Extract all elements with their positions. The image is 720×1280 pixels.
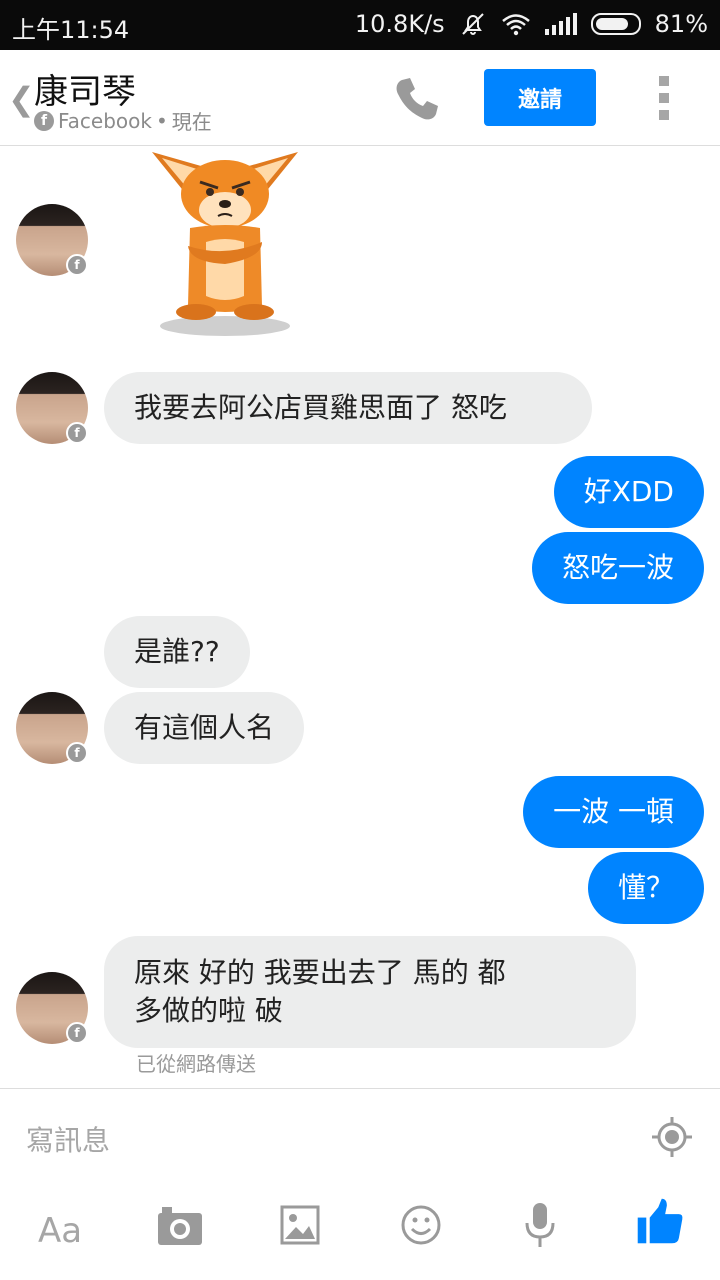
mute-bell-icon [461, 13, 484, 35]
contact-subtitle: f Facebook • 現在 [34, 106, 212, 135]
battery-icon [590, 13, 641, 35]
status-bar: 上午11:54 10.8K/s 81% [0, 0, 720, 50]
fox-sticker[interactable] [150, 146, 300, 338]
facebook-badge-icon: f [66, 1022, 88, 1044]
facebook-icon: f [34, 110, 54, 131]
wifi-icon [501, 14, 530, 36]
signal-icon [544, 13, 577, 35]
incoming-message-bubble[interactable]: 有這個人名 [104, 692, 305, 764]
text-format-icon[interactable]: Aa [38, 1211, 82, 1259]
status-time: 上午11:54 [12, 16, 130, 44]
facebook-badge-icon: f [66, 742, 88, 764]
like-icon[interactable] [632, 1197, 688, 1245]
facebook-badge-icon: f [66, 422, 88, 444]
delivery-status: 已從網路傳送 [136, 1052, 256, 1076]
outgoing-message-bubble[interactable]: 好XDD [553, 456, 704, 528]
more-options-icon[interactable] [656, 76, 672, 120]
incoming-message-bubble[interactable]: 是誰?? [104, 616, 250, 688]
gallery-icon[interactable] [280, 1201, 320, 1249]
contact-avatar[interactable]: f [16, 204, 92, 280]
conversation-header: ❮ 康司琴 f Facebook • 現在 邀請 [0, 50, 720, 146]
contact-avatar[interactable]: f [16, 692, 92, 768]
status-right: 10.8K/s 81% [355, 10, 708, 38]
network-speed: 10.8K/s [354, 10, 445, 38]
contact-source: Facebook [58, 108, 152, 133]
message-composer: 寫訊息 Aa [0, 1088, 720, 1280]
phone-icon[interactable] [392, 74, 442, 124]
contact-presence: 現在 [171, 110, 212, 134]
outgoing-message-bubble[interactable]: 懂？ [587, 852, 704, 924]
invite-button[interactable]: 邀請 [484, 69, 596, 126]
contact-avatar[interactable]: f [16, 972, 92, 1048]
message-line: 原來 好的 我要出去了 馬的 都 [134, 956, 506, 989]
message-line: 多做的啦 破 [134, 994, 283, 1027]
facebook-badge-icon: f [66, 254, 88, 276]
message-input[interactable]: 寫訊息 [26, 1119, 110, 1159]
location-icon[interactable] [652, 1117, 692, 1157]
back-chevron-icon[interactable]: ❮ [8, 80, 35, 118]
emoji-icon[interactable] [400, 1201, 442, 1249]
outgoing-message-bubble[interactable]: 怒吃一波 [531, 532, 704, 604]
outgoing-message-bubble[interactable]: 一波 一頓 [523, 776, 704, 848]
contact-avatar[interactable]: f [16, 372, 92, 448]
incoming-message-bubble[interactable]: 我要去阿公店買雞思面了 怒吃 [104, 372, 592, 444]
microphone-icon[interactable] [524, 1201, 556, 1249]
subtitle-separator: • [155, 108, 168, 133]
camera-icon[interactable] [156, 1201, 204, 1249]
battery-level: 81% [654, 10, 708, 38]
incoming-message-bubble[interactable]: 原來 好的 我要出去了 馬的 都 多做的啦 破 [104, 936, 636, 1048]
